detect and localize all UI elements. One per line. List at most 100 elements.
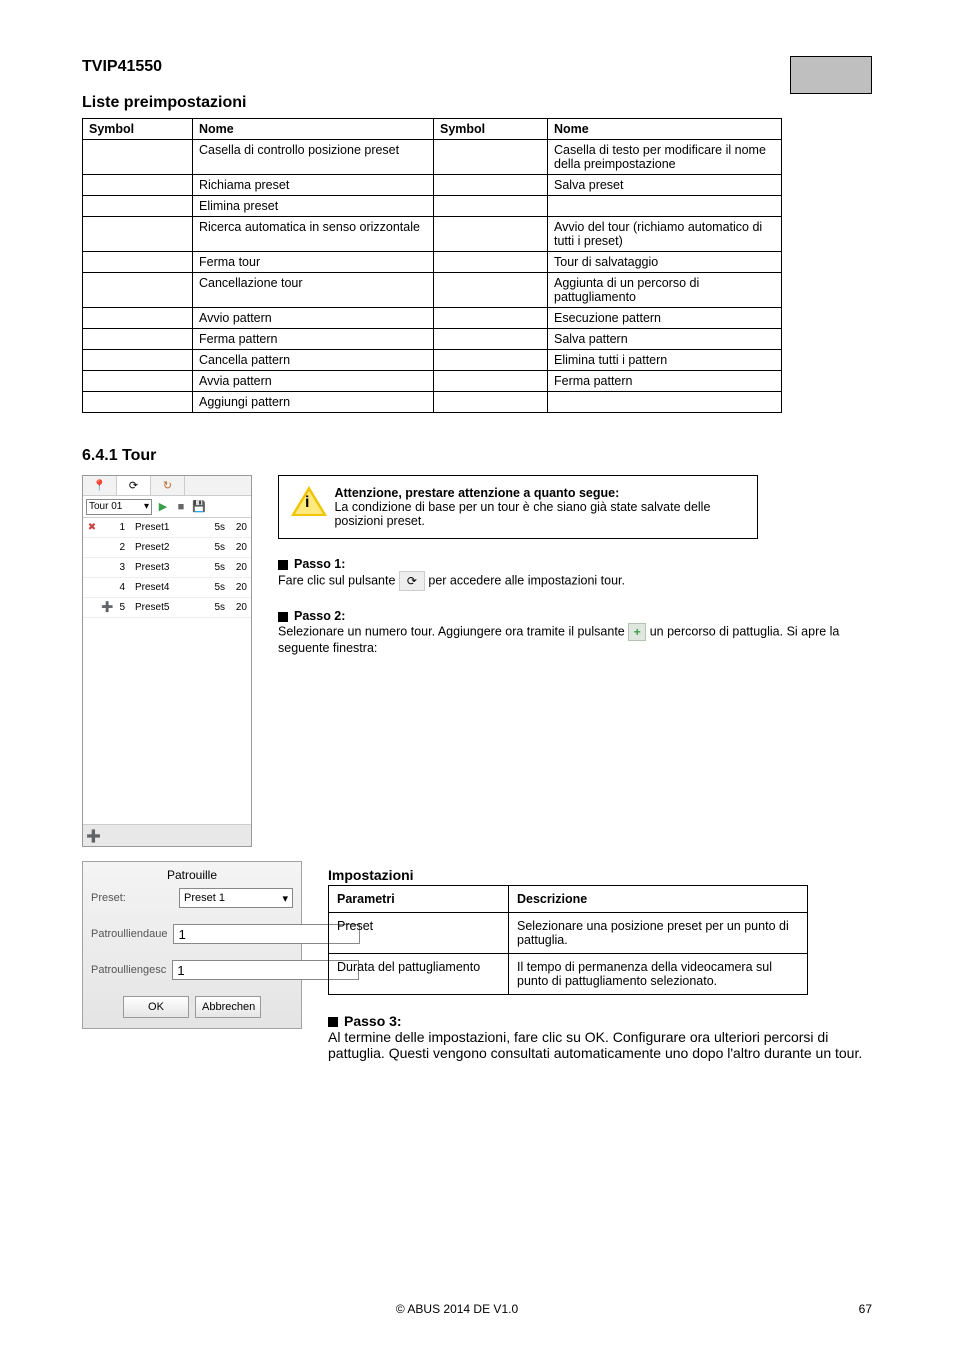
preset-speed: 20 [225,562,251,573]
step3-label: Passo 3: [344,1013,402,1029]
warning-icon: i [291,486,322,518]
preset-index: 1 [115,522,125,533]
table-cell [83,140,193,175]
preset-field-label: Preset: [91,892,173,904]
preset-name: Preset2 [125,542,201,553]
table-cell [434,329,548,350]
table-cell [434,392,548,413]
table-cell [434,217,548,252]
preset-name: Preset5 [125,602,201,613]
duration-field-label: Patroulliendaue [91,928,167,940]
tour-panel-footer: ➕ [83,824,251,846]
tour-section-header: 6.4.1 Tour [82,447,872,465]
preset-index: 4 [115,582,125,593]
preset-name: Preset3 [125,562,201,573]
model-label: TVIP41550 [82,58,872,76]
preset-name: Preset1 [125,522,201,533]
preset-speed: 20 [225,582,251,593]
preset-row[interactable]: 4Preset45s20 [83,578,251,598]
step3-body: Al termine delle impostazioni, fare clic… [328,1029,872,1061]
table-cell: Casella di testo per modificare il nome … [548,140,782,175]
table-cell [83,273,193,308]
speed-field-label: Patroulliengesc [91,964,166,976]
ok-button[interactable]: OK [123,996,189,1018]
param-th-2: Descrizione [509,886,808,913]
footer-page: 67 [832,1302,872,1316]
warning-title: Attenzione, prestare attenzione a quanto… [334,486,745,500]
table-cell: Cancellazione tour [193,273,434,308]
table-cell: Ferma pattern [193,329,434,350]
tour-stop-button[interactable]: ■ [174,500,188,514]
step-3: Passo 3: [328,1013,872,1029]
table-cell [548,196,782,217]
table-cell: Richiama preset [193,175,434,196]
preset-select[interactable]: Preset 1 ▾ [179,888,293,908]
preset-duration: 5s [201,582,225,593]
table-cell: Aggiunta di un percorso di pattugliament… [548,273,782,308]
step-2: Passo 2: [278,609,872,623]
tab-preset[interactable]: 📍 [83,476,117,495]
preset-row[interactable]: ✖1Preset15s20 [83,518,251,538]
param-r1c2: Selezionare una posizione preset per un … [509,913,808,954]
table-cell: Avvio pattern [193,308,434,329]
preset-list: ✖1Preset15s202Preset25s203Preset35s204Pr… [83,518,251,828]
patrol-dialog: Patrouille Preset: Preset 1 ▾ Patroullie… [82,861,302,1029]
table-cell: Cancella pattern [193,350,434,371]
page-footer: © ABUS 2014 DE V1.0 67 [82,1302,872,1316]
table-cell [434,175,548,196]
step1-label: Passo 1: [294,557,345,571]
param-r2c1: Durata del pattugliamento [329,954,509,995]
table-cell: Casella di controllo posizione preset [193,140,434,175]
tab-pattern[interactable]: ↻ [151,476,185,495]
preset-duration: 5s [201,562,225,573]
preset-row[interactable]: ➕5Preset55s20 [83,598,251,618]
preset-index: 3 [115,562,125,573]
dialog-title: Patrouille [91,868,293,882]
tour-panel: 📍 ⟳ ↻ Tour 01 ▾ ▶ ■ 💾 ✖1Preset15s202Pres… [82,475,252,847]
pin-icon: 📍 [93,479,107,492]
preset-speed: 20 [225,522,251,533]
tour-play-button[interactable]: ▶ [156,500,170,514]
warning-box: i Attenzione, prestare attenzione a quan… [278,475,758,539]
table-cell: Salva preset [548,175,782,196]
table-cell [83,252,193,273]
refresh-icon: ⟳ [129,479,138,492]
tour-save-button[interactable]: 💾 [192,500,206,514]
param-table: Parametri Descrizione Preset Selezionare… [328,885,808,995]
preset-index: 2 [115,542,125,553]
add-patrol-button[interactable]: ➕ [86,829,101,843]
param-r2c2: Il tempo di permanenza della videocamera… [509,954,808,995]
chevron-down-icon: ▾ [144,501,149,512]
preset-index: 5 [115,602,125,613]
preset-duration: 5s [201,542,225,553]
row-add-icon[interactable]: ➕ [101,602,115,613]
preset-row[interactable]: 2Preset25s20 [83,538,251,558]
table-cell [434,140,548,175]
tour-tab-icon: ⟳ [399,571,425,591]
table-cell: Esecuzione pattern [548,308,782,329]
preset-name: Preset4 [125,582,201,593]
cancel-button[interactable]: Abbrechen [195,996,261,1018]
table-cell [548,392,782,413]
preset-duration: 5s [201,602,225,613]
tour-tab-strip: 📍 ⟳ ↻ [83,476,251,496]
step2-body: Selezionare un numero tour. Aggiungere o… [278,623,872,655]
table-cell: Salva pattern [548,329,782,350]
table-cell [83,371,193,392]
th-name-1: Nome [193,119,434,140]
tab-tour[interactable]: ⟳ [117,476,151,495]
table-cell [83,196,193,217]
tour-select[interactable]: Tour 01 ▾ [86,499,152,515]
table-cell: Elimina preset [193,196,434,217]
settings-subheader: Impostazioni [328,867,872,883]
th-symbol-2: Symbol [434,119,548,140]
tour-toolbar: Tour 01 ▾ ▶ ■ 💾 [83,496,251,518]
table-cell [434,371,548,392]
chevron-down-icon: ▾ [282,892,288,905]
preset-row[interactable]: 3Preset35s20 [83,558,251,578]
delete-icon[interactable]: ✖ [83,522,101,533]
step-1: Passo 1: [278,557,872,571]
warning-body: La condizione di base per un tour è che … [334,500,745,528]
table-cell [434,196,548,217]
instruction-column: i Attenzione, prestare attenzione a quan… [278,475,872,655]
